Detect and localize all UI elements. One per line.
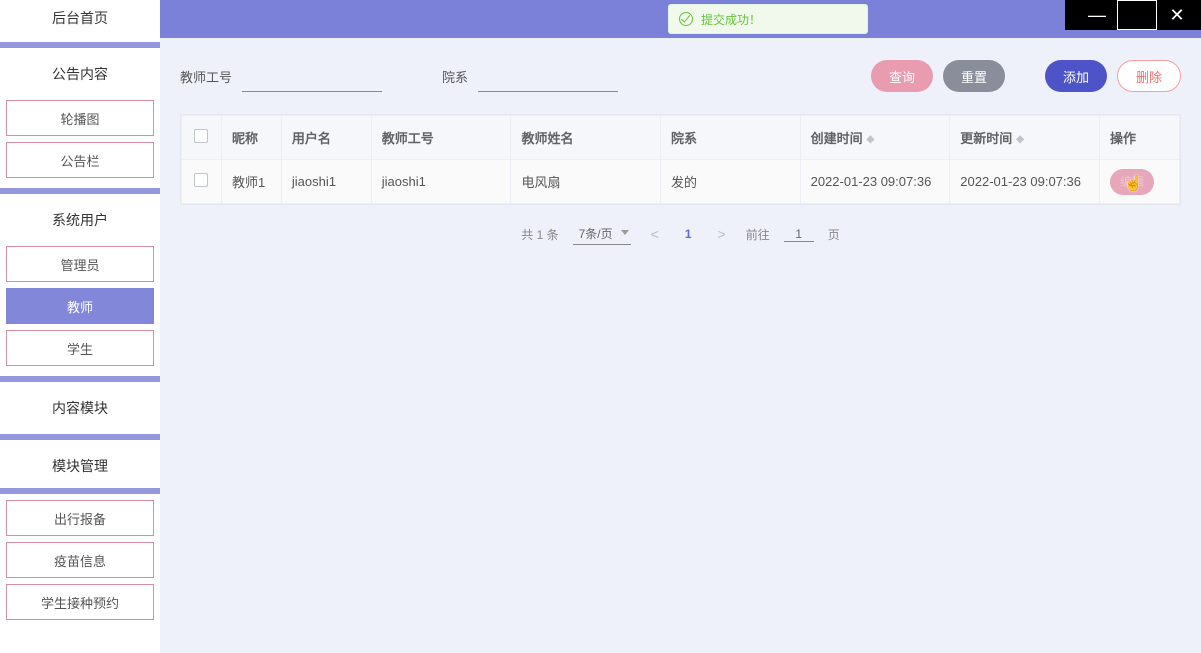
menu-section-content: 内容模块 (0, 388, 160, 440)
row-checkbox[interactable] (194, 173, 208, 187)
cell-action: 编辑 ☝ (1099, 160, 1179, 204)
sidebar-group-content[interactable]: 内容模块 (0, 388, 160, 428)
sidebar-item-travel[interactable]: 出行报备 (6, 500, 154, 536)
pagination-total: 共 1 条 (521, 226, 558, 243)
cursor-pointer-icon: ☝ (1124, 174, 1143, 192)
close-button[interactable]: ✕ (1157, 0, 1197, 30)
department-input[interactable] (478, 68, 618, 92)
delete-button[interactable]: 删除 (1117, 60, 1181, 92)
filter-department: 院系 (442, 67, 618, 92)
teacher-id-input[interactable] (242, 68, 382, 92)
sidebar-group-notice[interactable]: 公告内容 (0, 54, 160, 94)
maximize-icon (1117, 0, 1157, 30)
pagination-goto-input[interactable] (784, 227, 814, 242)
col-created[interactable]: 创建时间◆ (800, 116, 950, 160)
cell-teacher-id: jiaoshi1 (371, 160, 511, 204)
edit-button[interactable]: 编辑 ☝ (1110, 169, 1154, 195)
sidebar-group-users[interactable]: 系统用户 (0, 200, 160, 240)
reset-button[interactable]: 重置 (943, 60, 1005, 92)
pagination-page-size[interactable]: 7条/页 (573, 223, 631, 245)
table-header-row: 昵称 用户名 教师工号 教师姓名 院系 创建时间◆ 更新时间◆ 操作 (182, 116, 1180, 160)
maximize-button[interactable] (1117, 0, 1157, 30)
cell-teacher-name: 电风扇 (511, 160, 661, 204)
col-checkbox (182, 116, 222, 160)
filter-bar: 教师工号 院系 查询 重置 添加 删除 (180, 60, 1181, 92)
sidebar-item-student[interactable]: 学生 (6, 330, 154, 366)
data-table: 昵称 用户名 教师工号 教师姓名 院系 创建时间◆ 更新时间◆ 操作 教师1 j… (180, 114, 1181, 205)
filter-teacher-id-label: 教师工号 (180, 67, 232, 92)
filter-department-label: 院系 (442, 67, 468, 92)
pagination-goto-suffix: 页 (828, 226, 840, 243)
pagination-current[interactable]: 1 (679, 227, 698, 241)
col-teacher-id: 教师工号 (371, 116, 511, 160)
cell-department: 发的 (661, 160, 801, 204)
col-nickname: 昵称 (221, 116, 281, 160)
cell-created: 2022-01-23 09:07:36 (800, 160, 950, 204)
sidebar-item-bulletin[interactable]: 公告栏 (6, 142, 154, 178)
menu-section-notice: 公告内容 轮播图 公告栏 (0, 54, 160, 194)
sidebar-item-teacher[interactable]: 教师 (6, 288, 154, 324)
col-department: 院系 (661, 116, 801, 160)
sidebar-item-reservation[interactable]: 学生接种预约 (6, 584, 154, 620)
cell-nickname: 教师1 (221, 160, 281, 204)
filter-teacher-id: 教师工号 (180, 67, 382, 92)
window-controls: — ✕ (1065, 0, 1201, 30)
col-teacher-name: 教师姓名 (511, 116, 661, 160)
check-circle-icon (679, 12, 693, 26)
sidebar-item-carousel[interactable]: 轮播图 (6, 100, 154, 136)
sidebar-item-vaccine[interactable]: 疫苗信息 (6, 542, 154, 578)
col-action: 操作 (1099, 116, 1179, 160)
cell-username: jiaoshi1 (281, 160, 371, 204)
add-button[interactable]: 添加 (1045, 60, 1107, 92)
pagination-next[interactable]: > (712, 226, 732, 242)
sort-icon: ◆ (867, 135, 875, 145)
sidebar-item-admin[interactable]: 管理员 (6, 246, 154, 282)
sidebar-item-home[interactable]: 后台首页 (0, 0, 160, 36)
cell-updated: 2022-01-23 09:07:36 (950, 160, 1100, 204)
main-content: 教师工号 院系 查询 重置 添加 删除 昵称 用户名 教师工号 教师姓名 院系 (160, 38, 1201, 653)
pagination: 共 1 条 7条/页 < 1 > 前往 页 (180, 223, 1181, 245)
col-updated[interactable]: 更新时间◆ (950, 116, 1100, 160)
toast-text: 提交成功！ (701, 11, 761, 28)
sort-icon: ◆ (1016, 135, 1024, 145)
sidebar-group-modules[interactable]: 模块管理 (0, 446, 160, 486)
topbar: 提交成功！ — ✕ (160, 0, 1201, 38)
col-username: 用户名 (281, 116, 371, 160)
menu-section-users: 系统用户 管理员 教师 学生 (0, 200, 160, 382)
table-row: 教师1 jiaoshi1 jiaoshi1 电风扇 发的 2022-01-23 … (182, 160, 1180, 204)
sidebar: 后台首页 公告内容 轮播图 公告栏 系统用户 管理员 教师 学生 内容模块 模块… (0, 0, 160, 653)
action-buttons: 查询 重置 添加 删除 (871, 60, 1181, 92)
query-button[interactable]: 查询 (871, 60, 933, 92)
pagination-prev[interactable]: < (645, 226, 665, 242)
menu-section-modules: 模块管理 出行报备 疫苗信息 学生接种预约 (0, 446, 160, 630)
select-all-checkbox[interactable] (194, 129, 208, 143)
success-toast: 提交成功！ (668, 4, 868, 34)
menu-section-home: 后台首页 (0, 0, 160, 48)
pagination-goto-label: 前往 (746, 226, 770, 243)
minimize-button[interactable]: — (1077, 0, 1117, 30)
